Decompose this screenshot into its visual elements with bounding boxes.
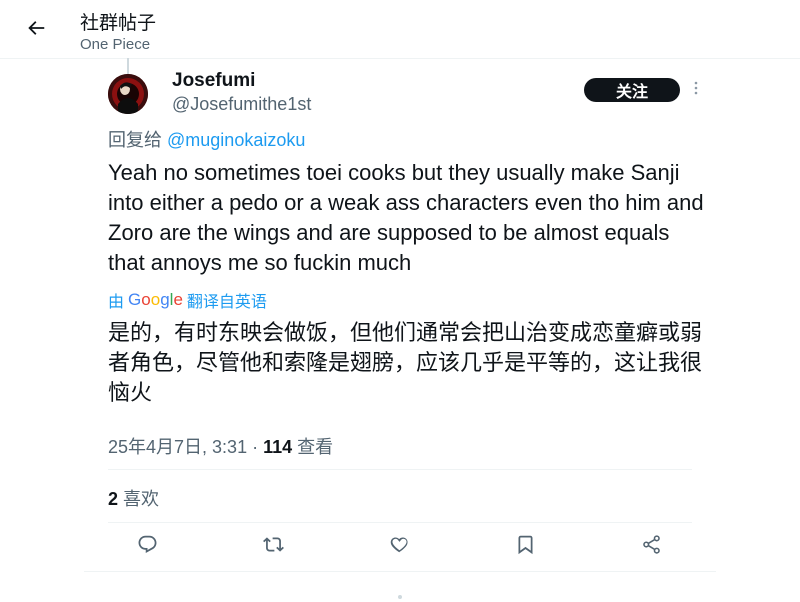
translation-by: 由 [108,294,125,311]
bookmark-button[interactable] [508,530,542,564]
share-button[interactable] [634,530,668,564]
tweet-meta: 25年4月7日, 3:31 · 114 查看 [108,433,333,459]
reply-context: 回复给 @muginokaizoku [108,126,305,152]
page-header: 社群帖子 One Piece [0,0,800,59]
divider [84,571,716,572]
share-icon [641,534,662,560]
tweet-timestamp[interactable]: 25年4月7日, 3:31 [108,437,247,457]
loading-indicator [398,595,402,599]
retweet-icon [262,534,284,560]
action-bar [108,530,692,564]
reply-mention-link[interactable]: @muginokaizoku [167,130,305,150]
arrow-left-icon [25,17,47,44]
avatar[interactable] [108,74,148,114]
page-title: 社群帖子 [80,13,157,34]
views-count: 114 [263,437,293,457]
more-options-button[interactable] [688,80,704,100]
back-button[interactable] [22,16,50,44]
thread-connector [127,58,129,74]
likes-count: 2 [108,489,119,509]
community-name: One Piece [80,36,151,53]
google-logo: Google [128,290,183,309]
follow-button[interactable]: 关注 [584,78,680,102]
author-handle[interactable]: @Josefumithe1st [172,94,311,115]
translation-label: 翻译自英语 [186,294,267,311]
likes-stat[interactable]: 2 喜欢 [108,485,159,511]
translated-text: 是的，有时东映会做饭，但他们通常会把山治变成恋童癖或弱者角色，尽管他和索隆是翅膀… [108,320,703,405]
translation-attribution[interactable]: 由 Google 翻译自英语 [108,288,267,312]
more-vertical-icon [694,81,698,100]
reply-button[interactable] [130,530,164,564]
reply-prefix: 回复给 [108,130,168,150]
likes-label: 喜欢 [118,489,160,509]
meta-separator: · [247,437,264,457]
like-icon [389,534,410,560]
tweet-text: Yeah no sometimes toei cooks but they us… [108,160,704,275]
views-label: 查看 [292,437,334,457]
bookmark-icon [515,534,536,560]
reply-icon [137,534,158,560]
retweet-button[interactable] [256,530,290,564]
author-display-name[interactable]: Josefumi [172,70,255,92]
divider [108,469,692,470]
divider [108,522,692,523]
like-button[interactable] [382,530,416,564]
